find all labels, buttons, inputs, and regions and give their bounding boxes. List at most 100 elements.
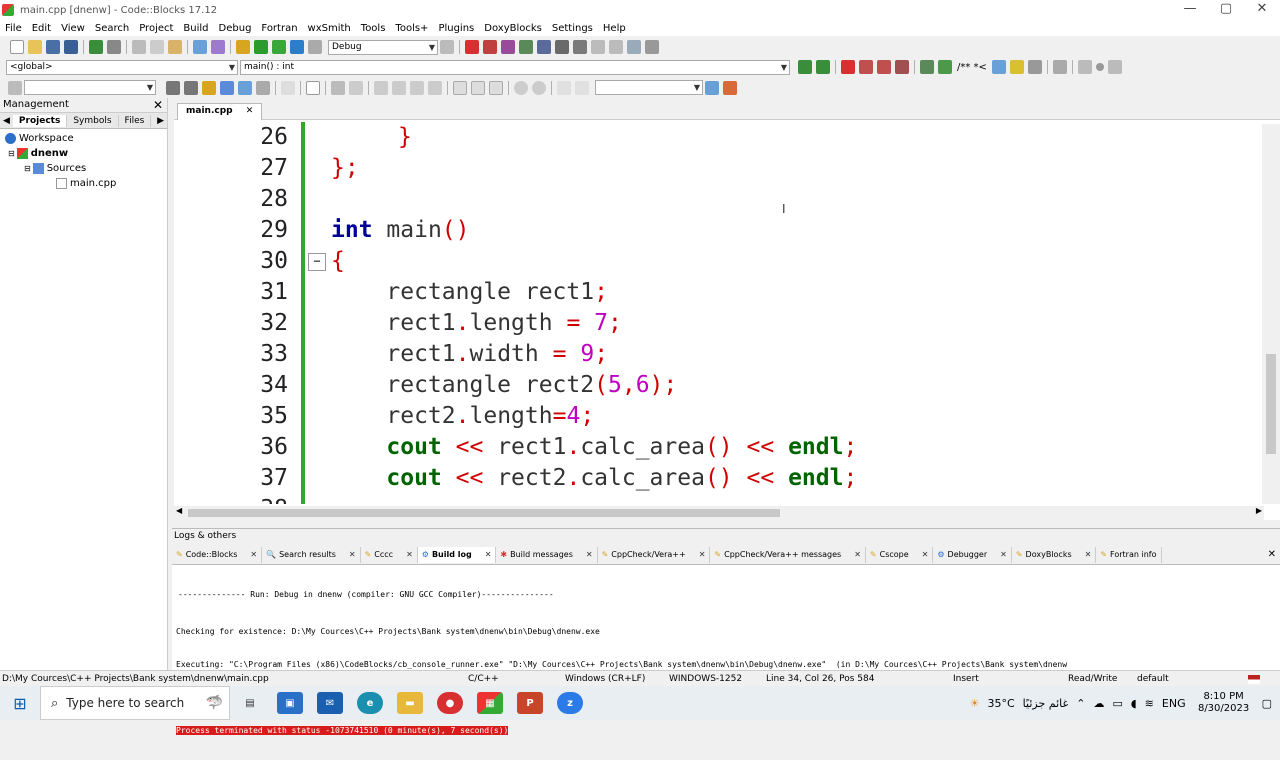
search-icon[interactable] [705,80,719,95]
log-tab-fortran-info[interactable]: ✎ Fortran info [1096,546,1162,563]
step-out-icon[interactable] [537,40,551,54]
menu-doxyblocks[interactable]: DoxyBlocks [479,23,547,34]
debug-info-icon[interactable] [645,40,659,54]
align-left-icon[interactable] [374,80,388,95]
debug-run-icon[interactable] [465,40,479,54]
select-pointer-icon[interactable] [281,80,295,95]
log-tab-search-results[interactable]: 🔍 Search results ✕ [262,546,361,563]
menu-view[interactable]: View [56,23,90,34]
scroll-thumb[interactable] [188,509,780,517]
zoom-in-icon[interactable] [514,80,528,95]
menu-debug[interactable]: Debug [214,23,257,34]
doc-comment-button[interactable]: /** *< [957,62,987,73]
tools-wrench-icon[interactable] [1052,60,1067,74]
jump-back-icon[interactable] [798,60,812,74]
align-right-icon[interactable] [410,80,424,95]
log-tab-cccc[interactable]: ✎ Cccc ✕ [361,546,418,563]
taskbar-search-box[interactable]: ⌕ Type here to search 🦈 [40,686,230,720]
close-icon[interactable]: ✕ [349,550,356,559]
save-all-icon[interactable] [64,40,78,54]
menu-wxsmith[interactable]: wxSmith [303,23,356,34]
tab-nav-left-icon[interactable]: ◀ [0,116,13,126]
chevron-up-icon[interactable]: ⌃ [1076,697,1085,710]
open-icon[interactable] [28,40,42,54]
build-and-run-icon[interactable] [272,40,286,54]
menu-plugins[interactable]: Plugins [433,23,479,34]
fold-icon[interactable]: − [308,253,326,271]
save-icon[interactable] [46,40,60,54]
copy-icon[interactable] [150,40,164,54]
build-target-select[interactable]: Debug ▼ [328,39,438,55]
codeblocks-taskbar-icon[interactable]: ▦ [477,692,503,714]
rebuild-icon[interactable] [290,40,304,54]
s-letter-icon[interactable] [557,80,571,95]
tree-workspace[interactable]: Workspace [0,131,167,146]
menu-edit[interactable]: Edit [27,23,56,34]
debugging-windows-icon[interactable] [627,40,641,54]
step-into-instruction-icon[interactable] [573,40,587,54]
editor-vertical-scrollbar[interactable] [1262,124,1280,504]
collapse-icon[interactable]: ⊟ [24,161,31,176]
undo-icon[interactable] [89,40,103,54]
network-icon[interactable]: ☁ [1093,697,1104,710]
bookmark-next-icon[interactable] [877,60,891,74]
collapse-icon[interactable]: ⊟ [8,146,15,161]
tab-symbols[interactable]: Symbols [67,114,119,127]
close-icon[interactable]: ✕ [1264,549,1280,560]
zoom-icon[interactable]: z [557,692,583,714]
code-area[interactable]: 26 } 27 }; 28 29 int main() 30 − { 31 re… [174,122,1264,504]
file-explorer-icon[interactable]: ▬ [397,692,423,714]
menu-help[interactable]: Help [598,23,631,34]
align-center-icon[interactable] [392,80,406,95]
log-tab-codeblocks[interactable]: ✎ Code::Blocks ✕ [172,546,263,563]
break-debugger-icon[interactable] [591,40,605,54]
close-icon[interactable]: ✕ [699,550,706,559]
filter-select[interactable]: ▼ [595,80,703,95]
close-icon[interactable]: ✕ [406,550,413,559]
close-icon[interactable]: ✕ [1085,550,1092,559]
volume-icon[interactable]: ◖ [1131,697,1137,710]
bookmark-clear-icon[interactable] [895,60,909,74]
close-icon[interactable]: ✕ [153,98,163,112]
clock[interactable]: 8:10 PM 8/30/2023 [1194,691,1254,715]
task-view-icon[interactable]: ▤ [237,692,263,714]
menu-tools[interactable]: Tools [356,23,391,34]
editor-horizontal-scrollbar[interactable]: ◀ ▶ [174,506,1264,520]
close-icon[interactable]: ✕ [1000,550,1007,559]
nav-record-icon[interactable] [1095,63,1104,71]
jump-forward-icon[interactable] [816,60,830,74]
log-tab-cscope[interactable]: ✎ Cscope ✕ [866,546,934,563]
bookmark-toggle-icon[interactable] [841,60,855,74]
close-icon[interactable]: ✕ [250,550,257,559]
edge-browser-icon[interactable]: e [357,692,383,714]
menu-project[interactable]: Project [134,23,178,34]
doxywizard-icon[interactable] [920,60,934,74]
powerpoint-icon[interactable]: P [517,692,543,714]
menu-file[interactable]: File [0,23,27,34]
editor-tab-main-cpp[interactable]: main.cpp ✕ [177,103,263,120]
arrow-left-icon[interactable] [166,80,180,95]
regex-icon[interactable] [256,80,270,95]
settings-gear-icon[interactable] [723,80,737,95]
nav-prev-icon[interactable] [1077,60,1092,74]
redo-icon[interactable] [107,40,121,54]
highlight-icon[interactable] [202,80,216,95]
line-comment-icon[interactable] [991,60,1006,74]
log-tab-cppcheck[interactable]: ✎ CppCheck/Vera++ ✕ [598,546,711,563]
step-into-icon[interactable] [519,40,533,54]
wifi-icon[interactable]: ≋ [1145,697,1154,710]
scroll-left-icon[interactable]: ◀ [176,506,182,515]
align-justify-icon[interactable] [428,80,442,95]
close-icon[interactable]: ✕ [485,550,492,559]
rectangle-icon[interactable] [306,80,320,95]
build-log-output[interactable]: -------------- Run: Debug in dnenw (comp… [172,565,1280,760]
find-icon[interactable] [193,40,207,54]
scope-select[interactable]: <global> ▼ [6,59,238,75]
replace-icon[interactable] [211,40,225,54]
run-icon[interactable] [254,40,268,54]
run-to-cursor-icon[interactable] [483,40,497,54]
box-3-icon[interactable] [489,80,503,95]
build-gear-icon[interactable] [236,40,250,54]
chrome-icon[interactable]: ● [437,692,463,714]
battery-icon[interactable]: ▭ [1112,697,1122,710]
